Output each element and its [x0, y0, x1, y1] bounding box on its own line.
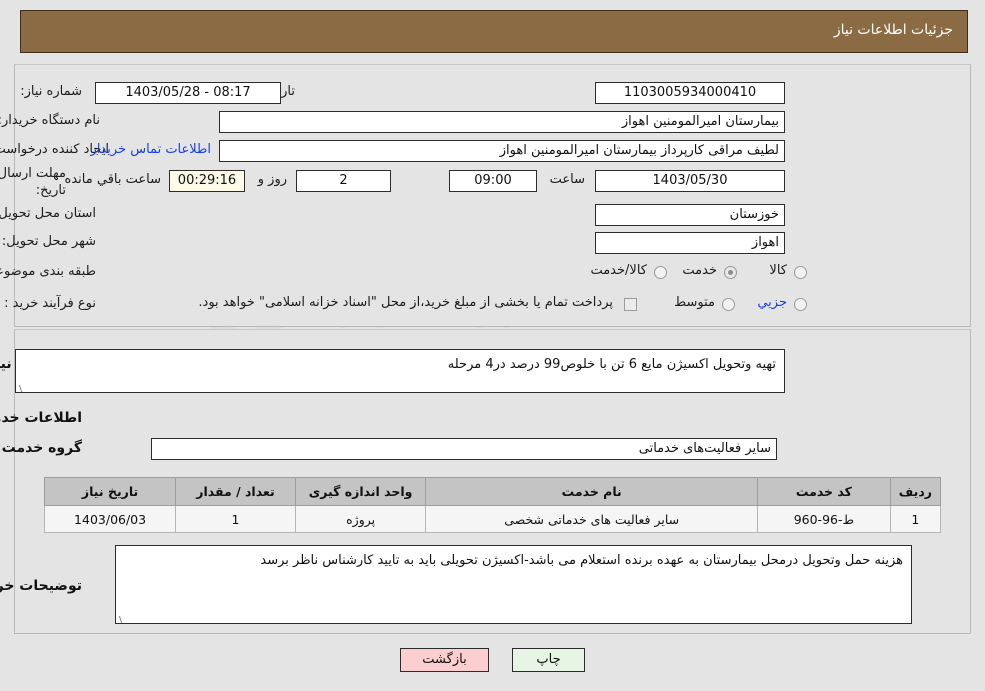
buyer-notes-label: توضیحات خریدار:	[0, 578, 82, 594]
buyer-notes-text: هزینه حمل وتحویل درمحل بیمارستان به عهده…	[260, 553, 903, 568]
summary-textarea[interactable]: تهیه وتحویل اکسیژن مایع 6 تن با خلوص99 د…	[15, 349, 785, 393]
cell-unit: پروژه	[294, 505, 427, 533]
buyer-org-label: نام دستگاه خریدار:	[0, 113, 100, 128]
radio-process-jozei[interactable]	[794, 298, 807, 311]
need-number-value: 1103005934000410	[595, 82, 785, 104]
cell-code: ط-96-960	[756, 505, 891, 533]
process-label: نوع فرآیند خرید :	[4, 296, 96, 311]
city-label: شهر محل تحویل:	[1, 234, 96, 249]
radio-process-motavaset-label: متوسط	[674, 295, 715, 310]
radio-category-kala[interactable]	[794, 266, 807, 279]
radio-category-kala-label: کالا	[769, 263, 787, 278]
table-row: 1 ط-96-960 سایر فعالیت های خدماتی شخصی پ…	[43, 505, 942, 533]
radio-process-jozei-label[interactable]: جزیي	[757, 295, 787, 310]
hour-label: ساعت	[549, 172, 585, 187]
cell-name: سایر فعالیت های خدماتی شخصی	[425, 505, 758, 533]
th-qty: تعداد / مقدار	[175, 477, 296, 506]
back-button[interactable]: بازگشت	[400, 648, 489, 672]
cell-qty: 1	[175, 505, 296, 533]
resize-grip-icon[interactable]	[19, 380, 29, 390]
announce-value: 1403/05/28 - 08:17	[95, 82, 281, 104]
treasury-note-label: پرداخت تمام یا بخشی از مبلغ خرید،از محل …	[198, 295, 613, 310]
buyer-contact-link[interactable]: اطلاعات تماس خریدار	[91, 142, 211, 157]
buyer-notes-textarea[interactable]: هزینه حمل وتحویل درمحل بیمارستان به عهده…	[115, 545, 912, 624]
buyer-org-value: بیمارستان امیرالمومنین اهواز	[219, 111, 785, 133]
notes-resize-grip-icon[interactable]	[119, 611, 129, 621]
cell-date: 1403/06/03	[43, 505, 177, 533]
summary-text: تهیه وتحویل اکسیژن مایع 6 تن با خلوص99 د…	[447, 357, 776, 372]
print-button[interactable]: چاپ	[512, 648, 585, 672]
page-root: ✓ naTender.net جزئیات اطلاعات نیاز شماره…	[0, 0, 985, 691]
province-label: استان محل تحویل:	[0, 206, 96, 221]
th-date: تاریخ نیاز	[43, 477, 177, 506]
countdown-timer-value: 00:29:16	[169, 170, 245, 192]
radio-category-kala-khedmat[interactable]	[654, 266, 667, 279]
remaining-days-value: 2	[296, 170, 391, 192]
th-code: کد خدمت	[756, 477, 891, 506]
service-group-label: گروه خدمت:	[0, 440, 82, 456]
radio-process-motavaset[interactable]	[722, 298, 735, 311]
service-group-value: سایر فعالیت‌های خدماتی	[151, 438, 777, 460]
remaining-hours-label: ساعت باقي مانده	[64, 172, 161, 187]
th-name: نام خدمت	[425, 477, 758, 506]
days-label: روز و	[257, 172, 287, 187]
window-title-bar: جزئیات اطلاعات نیاز	[20, 10, 968, 53]
radio-category-kala-khedmat-label: کالا/خدمت	[590, 263, 647, 278]
radio-category-khedmat-label: خدمت	[682, 263, 717, 278]
cell-radif: 1	[889, 505, 942, 533]
services-section-title: اطلاعات خدمات مورد نیاز	[0, 410, 82, 426]
deadline-time-value: 09:00	[449, 170, 537, 192]
th-radif: ردیف	[889, 477, 942, 506]
deadline-label-line2: تاریخ:	[35, 183, 66, 198]
services-table: ردیف کد خدمت نام خدمت واحد اندازه گیری ت…	[43, 477, 942, 533]
province-value: خوزستان	[595, 204, 785, 226]
page-title: جزئیات اطلاعات نیاز	[833, 22, 953, 38]
need-number-label: شماره نیاز:	[20, 84, 82, 99]
deadline-label-line1: مهلت ارسال پاسخ: تا	[0, 166, 66, 181]
radio-category-khedmat[interactable]	[724, 266, 737, 279]
th-unit: واحد اندازه گیری	[294, 477, 427, 506]
treasury-checkbox[interactable]	[624, 298, 637, 311]
table-header-row: ردیف کد خدمت نام خدمت واحد اندازه گیری ت…	[43, 477, 942, 506]
city-value: اهواز	[595, 232, 785, 254]
deadline-date-value: 1403/05/30	[595, 170, 785, 192]
creator-value: لطیف مراقی کارپرداز بیمارستان امیرالمومن…	[219, 140, 785, 162]
category-label: طبقه بندی موضوعی:	[0, 264, 96, 279]
